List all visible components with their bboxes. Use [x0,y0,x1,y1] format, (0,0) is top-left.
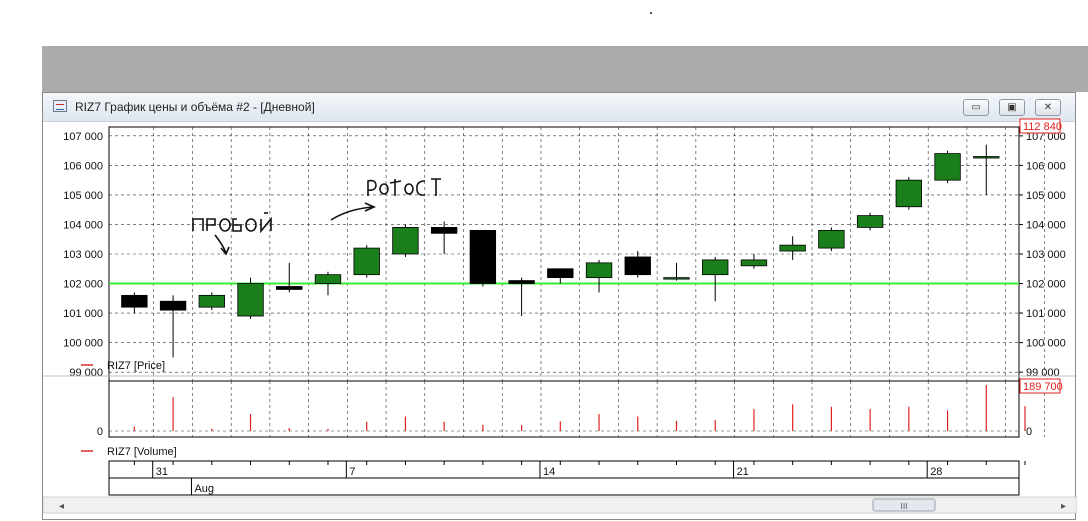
scroll-left-arrow[interactable]: ◂ [59,501,64,512]
day-label: 31 [156,466,168,478]
price-axis-left: 107 000 106 000 105 000 104 000 103 000 102 0… [63,131,103,379]
price-tick-right: 104 000 [1026,219,1066,231]
volume-panel-frame [108,380,1020,438]
candle-body [663,277,690,280]
candle-body [353,247,380,276]
time-axis: 31 7 14 21 28 Aug [108,460,1026,496]
candle-body [430,227,458,234]
scroll-right-arrow[interactable]: ▸ [1061,501,1066,512]
candle-body [740,259,768,267]
last-price-label: 112 840 [1023,121,1062,133]
candle-body [237,283,264,317]
day-label: 21 [737,466,749,478]
desktop-background-band [42,46,1088,92]
price-tick-right: 105 000 [1026,190,1066,202]
last-volume-label: 189 700 [1023,381,1063,393]
candle-body [818,229,845,249]
candle-body [547,268,574,279]
month-label: Aug [194,483,214,495]
candle-body [934,153,961,181]
price-tick-right: 100 000 [1026,338,1066,350]
price-panel-frame [108,126,1020,382]
price-tick-right: 99 000 [1026,367,1060,379]
candle-body [276,286,303,290]
stray-dot [650,12,652,14]
candle-body [856,215,884,228]
candle-body [895,179,923,208]
candle-body [508,280,535,284]
candle-body [121,294,148,308]
candle-body [779,244,806,252]
price-axis-right: 107 000106 000105 000104 000103 000102 0… [1019,131,1066,379]
candle-body [585,262,613,279]
last-price-marker: 112 840 [1019,118,1062,134]
candle-body [314,274,342,284]
candle-body [702,259,729,276]
volume-tick-right: 0 [1026,426,1032,438]
price-tick-left: 105 000 [63,190,103,202]
day-label: 28 [930,466,942,478]
candle-body [973,156,1000,159]
candle-body [469,229,497,284]
price-legend-label: RIZ7 [Price] [107,360,165,372]
candle-body [392,227,419,255]
volume-tick-left: 0 [97,426,103,438]
price-tick-right: 103 000 [1026,249,1066,261]
price-tick-right: 106 000 [1026,160,1066,172]
price-tick-left: 101 000 [63,308,103,320]
price-tick-left: 107 000 [63,131,103,143]
price-tick-left: 104 000 [63,219,103,231]
price-tick-left: 106 000 [63,160,103,172]
price-tick-left: 100 000 [63,338,103,350]
chart-area: 107 000 106 000 105 000 104 000 103 000 102 0… [43,118,1077,514]
candle-body [198,294,225,308]
price-tick-left: 102 000 [63,279,103,291]
price-tick-left: 99 000 [69,367,103,379]
price-tick-right: 102 000 [1026,279,1066,291]
price-tick-left: 103 000 [63,249,103,261]
price-tick-right: 101 000 [1026,308,1066,320]
candle-body [159,300,187,311]
candle-body [624,256,651,276]
scrollbar-thumb-grip: III [900,502,907,511]
volume-legend-label: RIZ7 [Volume] [107,446,177,458]
day-label: 14 [543,466,555,478]
day-label: 7 [349,466,355,478]
chart-window: RIZ7 График цены и объёма #2 - [Дневной]… [42,92,1077,520]
